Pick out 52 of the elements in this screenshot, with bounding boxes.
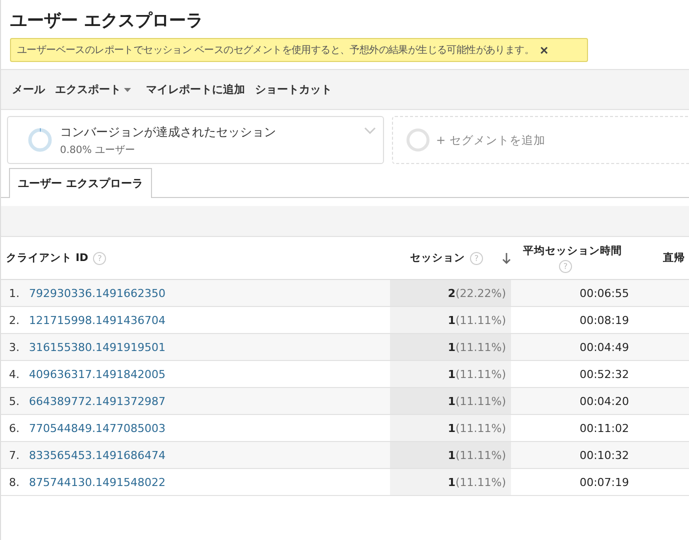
column-header[interactable]: セッション — [410, 251, 465, 265]
duration-cell: 00:04:49 — [580, 340, 629, 354]
sessions-cell: 1(11.11%) — [448, 422, 506, 434]
toolbar-button[interactable]: メール — [7, 82, 50, 97]
warning-text: ユーザーベースのレポートでセッション ベースのセグメントを使用すると、予想外の結果が生じる可能性があります。 — [17, 44, 534, 57]
toolbar-button[interactable]: マイレポートに追加 — [141, 82, 250, 97]
client-id-link[interactable]: 875744130.1491548022 — [29, 476, 166, 488]
client-id-link[interactable]: 409636317.1491842005 — [29, 368, 166, 380]
column-header[interactable]: 直帰 — [663, 251, 685, 265]
duration-cell: 00:06:55 — [580, 286, 629, 300]
toolbar-button[interactable]: エクスポート — [50, 82, 126, 97]
sessions-cell: 2(22.22%) — [448, 286, 506, 300]
sessions-cell: 1(11.11%) — [448, 368, 506, 380]
duration-cell: 00:07:19 — [580, 476, 629, 488]
page-title: ユーザー エクスプローラ — [9, 10, 204, 33]
sessions-cell: 1(11.11%) — [448, 394, 506, 408]
row-number: 3. — [9, 340, 20, 354]
client-id-link[interactable]: 833565453.1491686474 — [29, 448, 166, 462]
sort-arrow-icon[interactable] — [502, 252, 511, 264]
column-header[interactable]: 平均セッション時間 — [523, 244, 622, 258]
segment-detail: 0.80% ユーザー — [60, 144, 136, 156]
sessions-cell: 1(11.11%) — [448, 340, 506, 354]
row-number: 2. — [9, 314, 20, 326]
segment-name: コンバージョンが達成されたセッション — [60, 124, 276, 140]
row-number: 5. — [9, 394, 20, 408]
column-header[interactable]: クライアント ID — [6, 251, 88, 265]
duration-cell: 00:08:19 — [580, 314, 629, 326]
client-id-link[interactable]: 792930336.1491662350 — [29, 286, 166, 300]
row-number: 1. — [9, 286, 20, 300]
toolbar-button[interactable]: ショートカット — [250, 82, 337, 97]
caret-icon — [124, 88, 131, 92]
add-segment-button[interactable]: + セグメントを追加 — [392, 116, 689, 164]
row-number: 4. — [9, 368, 20, 380]
sessions-cell: 1(11.11%) — [448, 314, 506, 326]
duration-cell: 00:11:02 — [580, 422, 629, 434]
client-id-link[interactable]: 770544849.1477085003 — [29, 422, 166, 434]
client-id-link[interactable]: 664389772.1491372987 — [29, 394, 166, 408]
ring-icon — [28, 128, 52, 152]
tab[interactable]: ユーザー エクスプローラ — [9, 168, 152, 198]
row-number: 8. — [9, 476, 20, 488]
sessions-cell: 1(11.11%) — [448, 476, 506, 488]
sessions-cell: 1(11.11%) — [448, 448, 506, 462]
ring-icon — [406, 128, 430, 152]
client-id-link[interactable]: 316155380.1491919501 — [29, 340, 166, 354]
duration-cell: 00:52:32 — [580, 368, 629, 380]
duration-cell: 00:10:32 — [580, 448, 629, 462]
client-id-link[interactable]: 121715998.1491436704 — [29, 314, 166, 326]
close-button[interactable]: × — [540, 43, 548, 57]
row-number: 6. — [9, 422, 20, 434]
segment-card[interactable]: コンバージョンが達成されたセッション 0.80% ユーザー — [7, 116, 384, 164]
duration-cell: 00:04:20 — [580, 394, 629, 408]
row-number: 7. — [9, 448, 20, 462]
